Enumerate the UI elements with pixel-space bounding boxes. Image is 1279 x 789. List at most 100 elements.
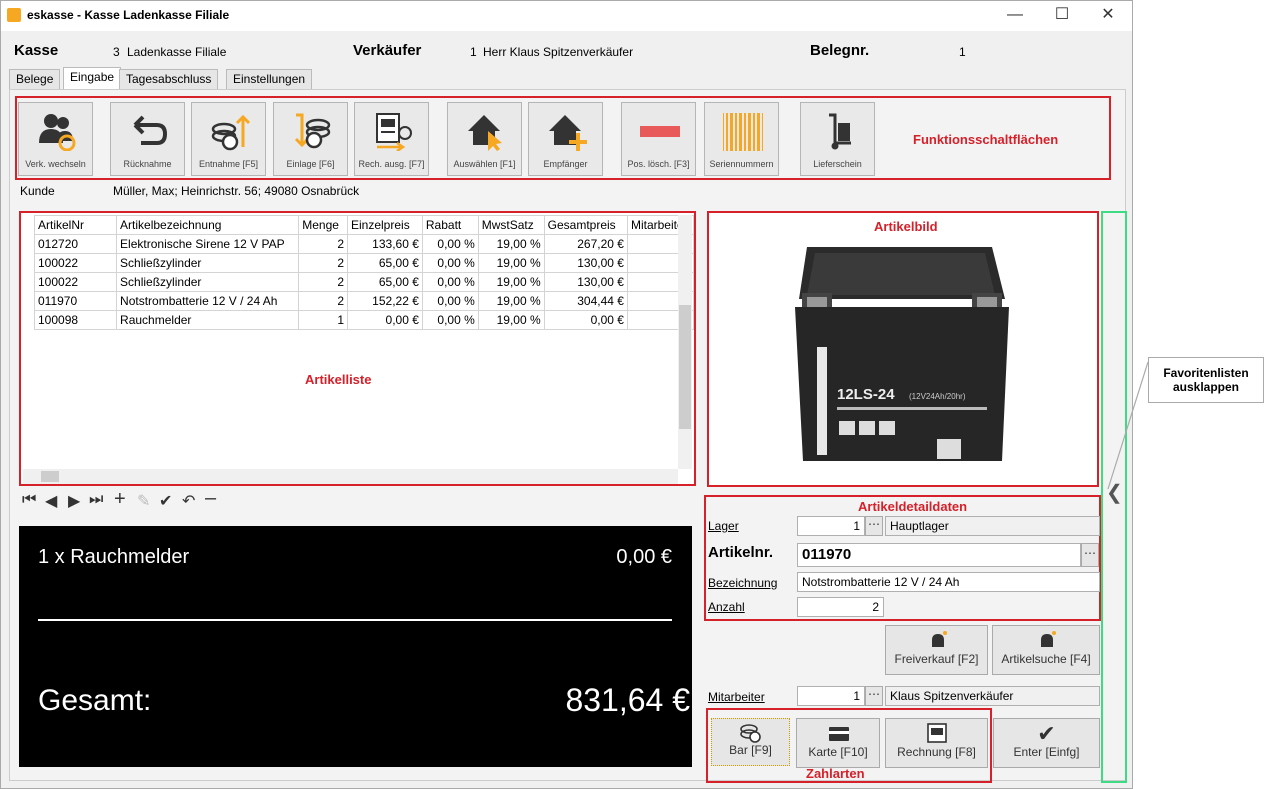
table-row[interactable]: 100022 Schließzylinder 2 65,00 €0,00 % 19,00… — [33, 272, 694, 292]
column-header[interactable]: MwstSatz — [477, 215, 545, 235]
table-cell: 19,00 % — [477, 272, 545, 292]
display-line: 1 x Rauchmelder — [38, 546, 190, 568]
display-line-price: 0,00 € — [616, 546, 672, 568]
nav-last-icon[interactable]: ⏭ — [89, 491, 103, 513]
horizontal-scrollbar[interactable] — [23, 469, 678, 484]
bezeichnung-field[interactable]: Notstrombatterie 12 V / 24 Ah — [797, 572, 1100, 592]
table-cell: 19,00 % — [477, 310, 545, 330]
column-header[interactable]: Gesamtpreis — [543, 215, 628, 235]
table-cell: 304,44 € — [543, 291, 628, 311]
rechnung-label: Rechnung [F8] — [897, 745, 976, 759]
table-cell: 130,00 € — [543, 253, 628, 273]
siren-icon — [932, 631, 947, 647]
table-row[interactable]: 011970 Notstrombatterie 12 V / 24 Ah 2 152,… — [33, 291, 694, 311]
karte-label: Karte [F10] — [808, 745, 868, 759]
column-header[interactable]: Artikelbezeichnung — [116, 215, 300, 235]
artnr-field[interactable]: 011970 — [797, 543, 1081, 567]
mitarbeiter-nr-field[interactable]: 1 — [797, 686, 865, 706]
ruecknahme-button[interactable]: Rücknahme — [110, 102, 185, 176]
toolbar-annotation: Funktionsschaltflächen — [913, 132, 1059, 147]
table-row[interactable]: 012720 Elektronische Sirene 12 V PAP 2 133,… — [33, 234, 694, 254]
lager-lookup-button[interactable]: ⋯ — [865, 516, 883, 536]
invoice-payment-icon — [376, 113, 412, 151]
rech-ausg-button[interactable]: Rech. ausg. [F7] — [354, 102, 429, 176]
anzahl-field[interactable]: 2 — [797, 597, 884, 617]
table-cell: 0,00 € — [543, 310, 628, 330]
pos-loesch-button[interactable]: Pos. lösch. [F3] — [621, 102, 696, 176]
table-cell: 0,00 % — [421, 291, 479, 311]
rechnung-button[interactable]: Rechnung [F8] — [885, 718, 988, 768]
column-header[interactable]: Menge — [298, 215, 348, 235]
seriennummern-button[interactable]: Seriennummern — [704, 102, 779, 176]
zahlarten-annotation: Zahlarten — [806, 766, 865, 781]
entnahme-button[interactable]: Entnahme [F5] — [191, 102, 266, 176]
siren-search-icon — [1041, 631, 1056, 647]
nav-prev-icon[interactable]: ◀ — [45, 491, 57, 513]
tab-eingabe[interactable]: Eingabe — [63, 67, 122, 90]
mitarbeiter-lookup-button[interactable]: ⋯ — [865, 686, 883, 706]
table-cell: 0,00 % — [421, 310, 479, 330]
artnr-label: Artikelnr. — [708, 544, 774, 561]
bar-label: Bar [F9] — [729, 743, 772, 757]
coins-out-icon — [211, 114, 250, 151]
verk-wechseln-label: Verk. wechseln — [25, 159, 86, 169]
favorites-callout: Favoritenlisten ausklappen — [1148, 357, 1264, 403]
column-header[interactable]: ArtikelNr — [33, 215, 118, 235]
house-add-icon — [549, 115, 587, 151]
display-total-label: Gesamt: — [38, 684, 152, 717]
nav-next-icon[interactable]: ▶ — [68, 491, 80, 513]
customer-display: 1 x Rauchmelder 0,00 € Gesamt: 831,64 € — [19, 526, 692, 767]
horizontal-scroll-thumb[interactable] — [41, 471, 59, 482]
app-icon — [7, 8, 21, 22]
beleg-nr: 1 — [959, 45, 966, 59]
karte-button[interactable]: Karte [F10] — [796, 718, 880, 768]
maximize-icon[interactable]: ☐ — [1044, 4, 1080, 26]
enter-button[interactable]: ✔ Enter [Einfg] — [993, 718, 1100, 768]
einlage-button[interactable]: Einlage [F6] — [273, 102, 348, 176]
users-swap-icon — [39, 114, 76, 151]
table-row[interactable]: 100098 Rauchmelder 1 0,00 €0,00 % 19,00 % 0,0… — [33, 310, 694, 330]
kasse-name: Ladenkasse Filiale — [127, 45, 227, 59]
lieferschein-button[interactable]: Lieferschein — [800, 102, 875, 176]
artikelbild-annotation: Artikelbild — [874, 219, 938, 234]
artikelsuche-button[interactable]: Artikelsuche [F4] — [992, 625, 1100, 675]
minimize-icon[interactable]: — — [997, 4, 1033, 26]
close-icon[interactable]: ✕ — [1090, 4, 1126, 26]
lager-nr-field[interactable]: 1 — [797, 516, 865, 536]
nav-undo-icon[interactable]: ↶ — [182, 491, 195, 513]
freiverkauf-button[interactable]: Freiverkauf [F2] — [885, 625, 988, 675]
table-cell: 0,00 % — [421, 253, 479, 273]
credit-card-icon — [829, 727, 849, 741]
tab-tagesabschluss[interactable]: Tagesabschluss — [119, 69, 219, 89]
bezeichnung-label: Bezeichnung — [708, 576, 778, 590]
tab-belege[interactable]: Belege — [9, 69, 61, 89]
article-grid[interactable]: ArtikelNr Artikelbezeichnung Menge Einzelpr… — [19, 211, 696, 486]
table-row[interactable]: 100022 Schließzylinder 2 65,00 €0,00 % 19,00… — [33, 253, 694, 273]
mitarbeiter-name-field: Klaus Spitzenverkäufer — [885, 686, 1100, 706]
bar-button[interactable]: Bar [F9] — [711, 718, 790, 766]
nav-add-icon[interactable]: + — [114, 488, 126, 510]
verk-wechseln-button[interactable]: Verk. wechseln — [18, 102, 93, 176]
column-header[interactable]: Einzelpreis — [347, 215, 423, 235]
auswaehlen-button[interactable]: Auswählen [F1] — [447, 102, 522, 176]
verkaeufer-nr: 1 — [470, 45, 477, 59]
invoice-icon — [927, 723, 947, 743]
undo-arrow-icon — [133, 115, 168, 145]
seriennummern-label: Seriennummern — [709, 159, 774, 169]
table-cell: 2 — [298, 272, 348, 292]
nav-delete-icon[interactable]: – — [205, 487, 216, 509]
beleg-label: Belegnr. — [810, 42, 870, 59]
vertical-scroll-thumb[interactable] — [679, 305, 691, 429]
empfaenger-button[interactable]: Empfänger — [528, 102, 603, 176]
nav-confirm-icon[interactable]: ✔ — [159, 491, 172, 513]
nav-first-icon[interactable]: ⏮ — [22, 491, 36, 513]
freiverkauf-label: Freiverkauf [F2] — [894, 652, 979, 666]
favorites-toggle[interactable]: ❮ — [1101, 211, 1127, 783]
table-cell: Elektronische Sirene 12 V PAP — [116, 234, 300, 254]
hand-truck-icon — [829, 113, 851, 150]
artnr-lookup-button[interactable]: ⋯ — [1081, 543, 1099, 567]
column-header[interactable]: Rabatt — [421, 215, 479, 235]
nav-edit-icon[interactable]: ✎ — [137, 491, 150, 513]
tab-einstellungen[interactable]: Einstellungen — [226, 69, 313, 89]
verkaeufer-label: Verkäufer — [353, 42, 422, 59]
